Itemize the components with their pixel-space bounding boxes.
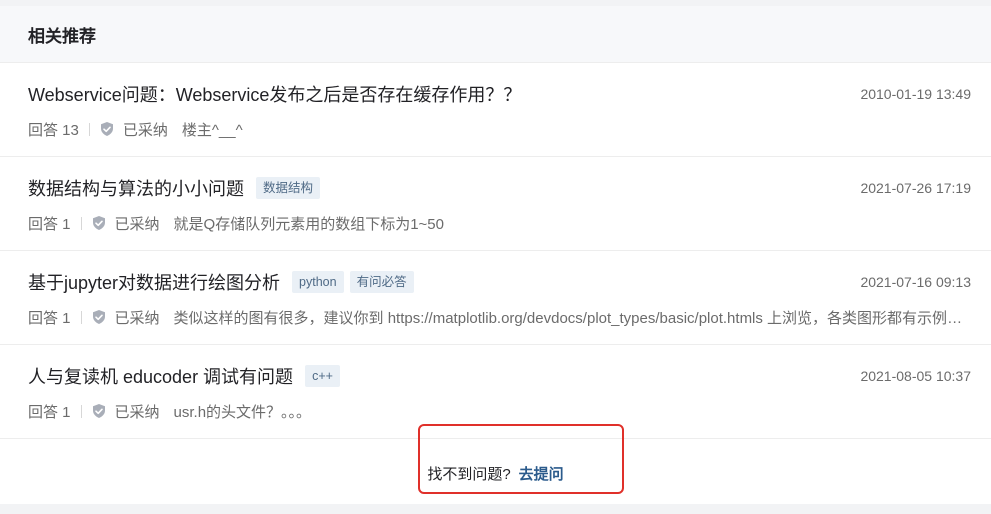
tag-badge[interactable]: 数据结构 — [256, 177, 321, 199]
tag-badge[interactable]: c++ — [305, 365, 340, 387]
answer-count: 回答 1 — [28, 403, 71, 421]
tag-badge[interactable]: python — [292, 271, 344, 293]
question-title[interactable]: 人与复读机 educoder 调试有问题 — [28, 363, 293, 389]
tag-list: 数据结构 — [244, 177, 321, 199]
item-meta-row: 回答 1 已采纳 usr.h的头文件？。。。 — [28, 401, 971, 421]
answer-count: 回答 1 — [28, 309, 71, 327]
answer-excerpt: 就是Q存储队列元素用的数组下标为1~50 — [173, 215, 444, 233]
answer-excerpt: 类似这样的图有很多，建议你到 https://matplotlib.org/de… — [173, 309, 971, 327]
accepted-status: 已采纳 — [114, 215, 160, 233]
answer-count: 回答 1 — [28, 215, 71, 233]
item-title-row: 人与复读机 educoder 调试有问题 c++ 2021-08-05 10:3… — [28, 365, 971, 387]
accepted-status: 已采纳 — [122, 121, 168, 139]
ask-prompt-text: 找不到问题? — [427, 465, 511, 483]
list-item[interactable]: 基于jupyter对数据进行绘图分析 python 有问必答 2021-07-16… — [0, 251, 991, 345]
question-date: 2021-08-05 10:37 — [860, 368, 971, 384]
list-item[interactable]: 人与复读机 educoder 调试有问题 c++ 2021-08-05 10:3… — [0, 345, 991, 439]
shield-check-icon — [91, 309, 107, 325]
question-title[interactable]: 基于jupyter对数据进行绘图分析 — [28, 269, 280, 295]
item-title-row: 数据结构与算法的小小问题 数据结构 2021-07-26 17:19 — [28, 177, 971, 199]
list-item[interactable]: Webservice问题：Webservice发布之后是否存在缓存作用？？ 20… — [0, 63, 991, 157]
section-title: 相关推荐 — [0, 6, 991, 63]
page-bottom-spacer — [0, 504, 991, 514]
tag-badge[interactable]: 有问必答 — [349, 271, 414, 293]
shield-check-icon — [99, 121, 115, 137]
accepted-status: 已采纳 — [114, 403, 160, 421]
item-title-row: 基于jupyter对数据进行绘图分析 python 有问必答 2021-07-16… — [28, 271, 971, 293]
question-date: 2021-07-16 09:13 — [860, 274, 971, 290]
question-title[interactable]: Webservice问题：Webservice发布之后是否存在缓存作用？？ — [28, 81, 521, 107]
question-date: 2010-01-19 13:49 — [860, 86, 971, 102]
divider — [80, 216, 82, 230]
tag-list: c++ — [293, 365, 340, 387]
divider — [80, 404, 82, 418]
shield-check-icon — [91, 403, 107, 419]
ask-question-footer: 找不到问题? 去提问 — [0, 442, 991, 504]
shield-check-icon — [91, 215, 107, 231]
item-meta-row: 回答 1 已采纳 类似这样的图有很多，建议你到 https://matplotl… — [28, 307, 971, 327]
accepted-status: 已采纳 — [114, 309, 160, 327]
ask-question-link[interactable]: 去提问 — [519, 463, 564, 484]
list-item[interactable]: 数据结构与算法的小小问题 数据结构 2021-07-26 17:19 回答 1 … — [0, 157, 991, 251]
item-title-row: Webservice问题：Webservice发布之后是否存在缓存作用？？ 20… — [28, 83, 971, 105]
recommendation-list: Webservice问题：Webservice发布之后是否存在缓存作用？？ 20… — [0, 63, 991, 439]
answer-excerpt: 楼主^__^ — [181, 121, 243, 139]
tag-list: python 有问必答 — [280, 271, 414, 293]
divider — [80, 310, 82, 324]
item-meta-row: 回答 13 已采纳 楼主^__^ — [28, 119, 971, 139]
question-title[interactable]: 数据结构与算法的小小问题 — [28, 175, 244, 201]
answer-count: 回答 13 — [28, 121, 79, 139]
answer-excerpt: usr.h的头文件？。。。 — [173, 403, 312, 421]
question-date: 2021-07-26 17:19 — [860, 180, 971, 196]
divider — [88, 122, 90, 136]
item-meta-row: 回答 1 已采纳 就是Q存储队列元素用的数组下标为1~50 — [28, 213, 971, 233]
related-recommendations-card: 相关推荐 Webservice问题：Webservice发布之后是否存在缓存作用… — [0, 6, 991, 504]
